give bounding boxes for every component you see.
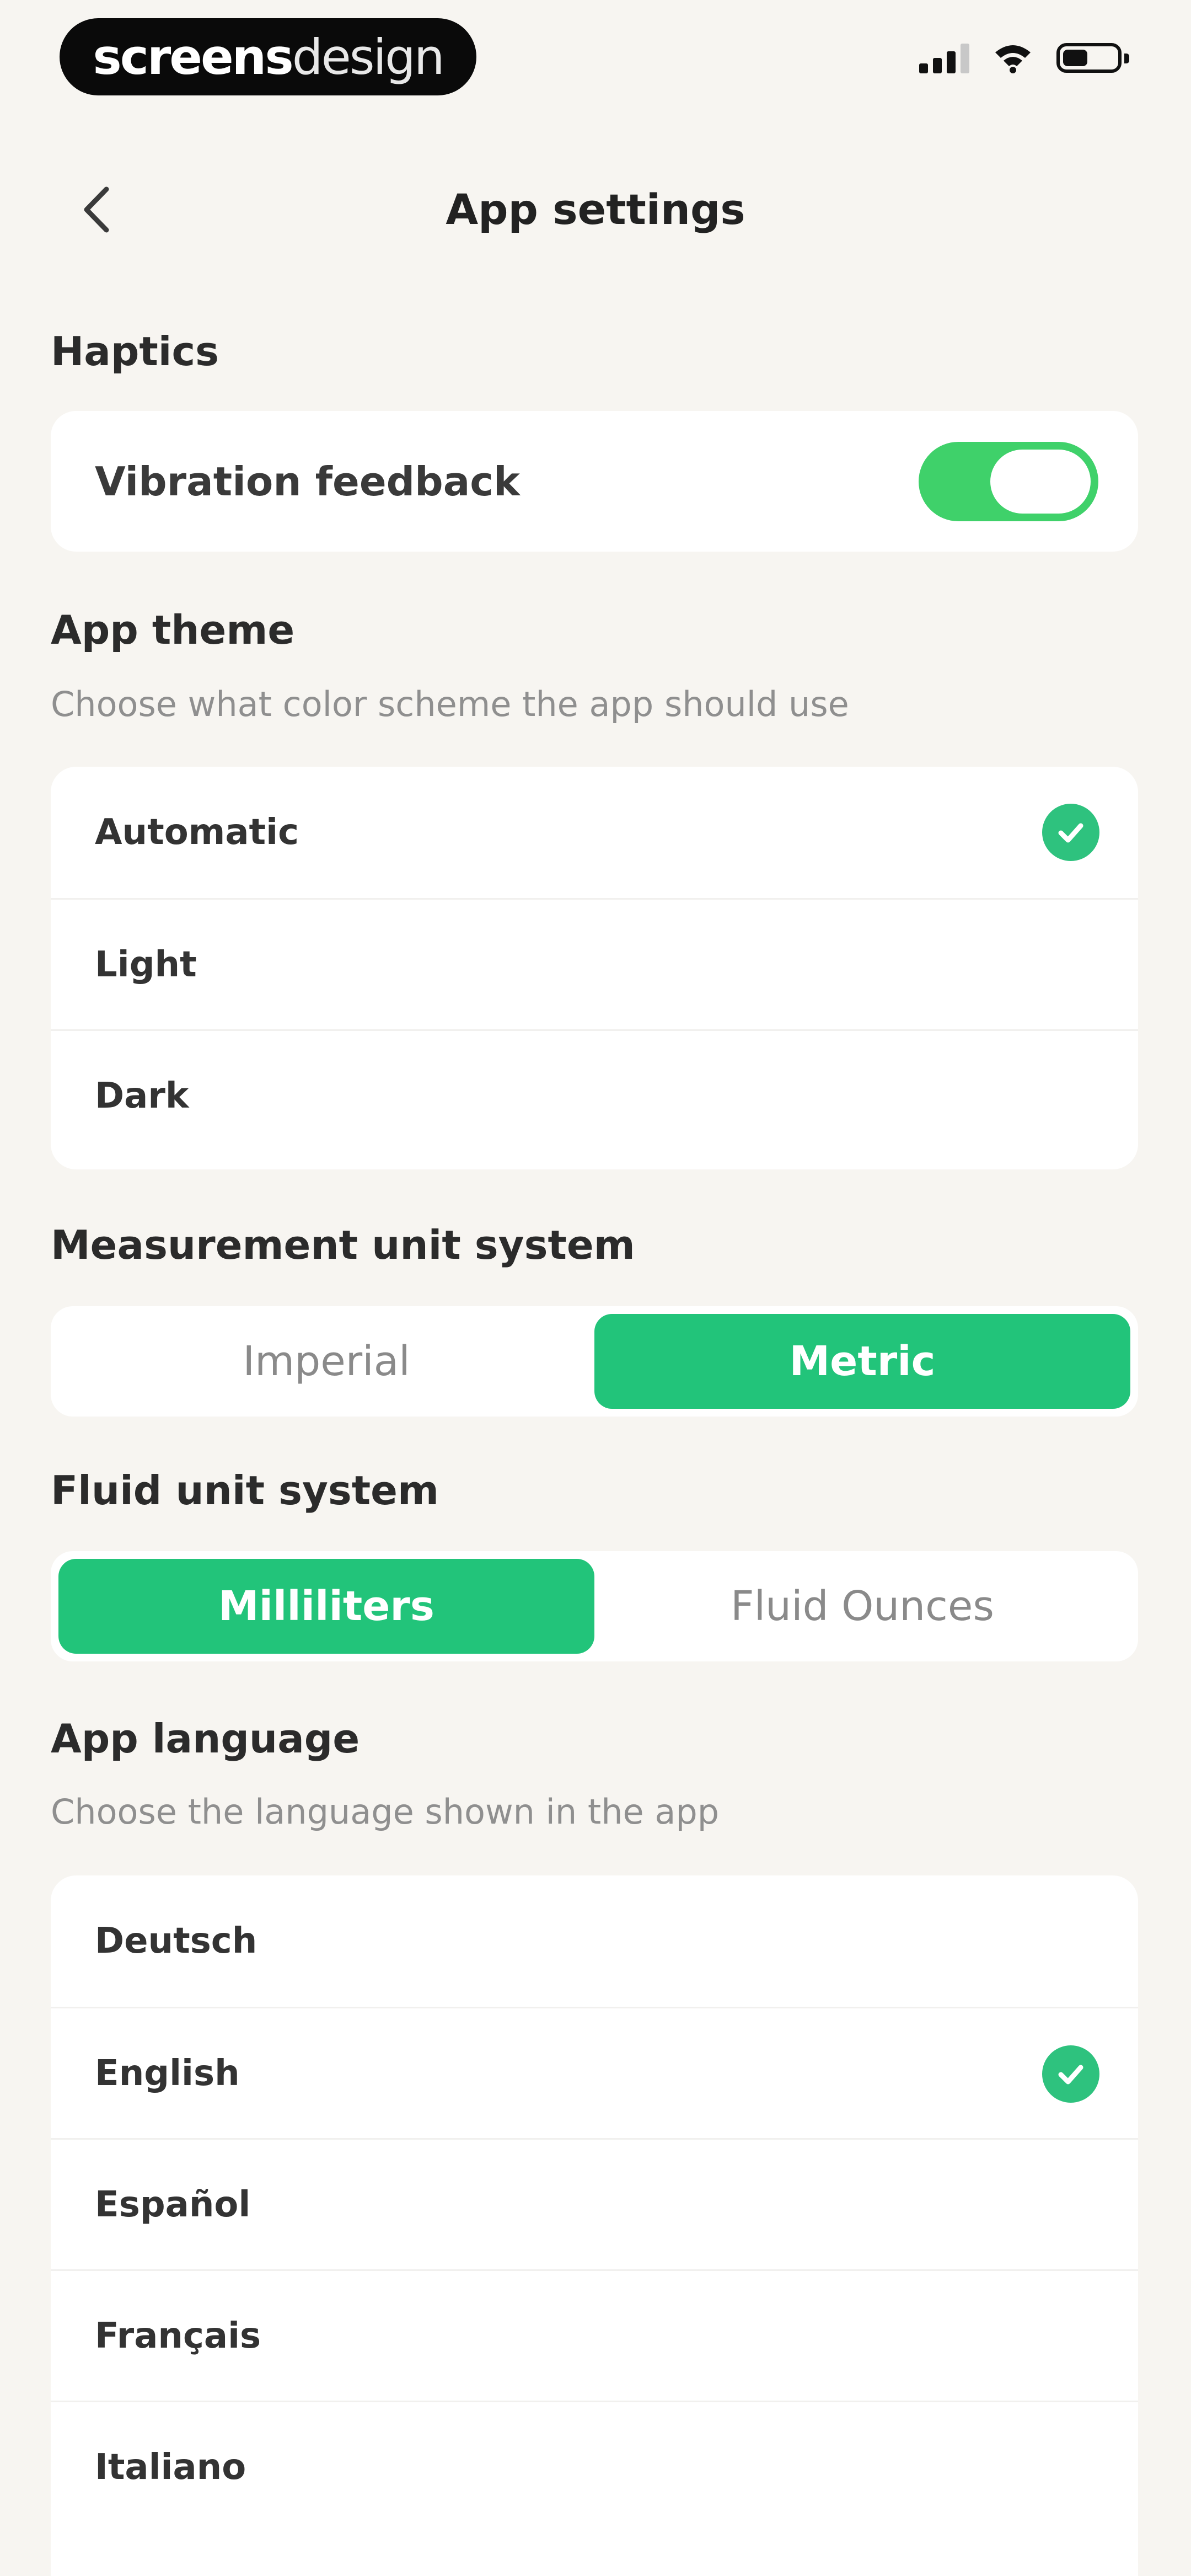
language-option-label: Italiano xyxy=(95,2446,246,2488)
language-option-deutsch[interactable]: Deutsch xyxy=(51,1875,1138,2007)
brand-light: design xyxy=(292,28,445,85)
theme-option-label: Light xyxy=(95,944,197,985)
language-option-francais[interactable]: Français xyxy=(51,2269,1138,2401)
status-icons xyxy=(919,39,1129,77)
fluid-section-title: Fluid unit system xyxy=(51,1467,439,1514)
vibration-feedback-toggle[interactable] xyxy=(919,442,1098,521)
fluid-unit-segmented-control: Milliliters Fluid Ounces xyxy=(51,1551,1138,1661)
toggle-knob xyxy=(990,450,1091,514)
language-option-label: English xyxy=(95,2053,240,2094)
app-theme-subtitle: Choose what color scheme the app should … xyxy=(51,684,849,724)
fluid-option-fluid-ounces[interactable]: Fluid Ounces xyxy=(594,1559,1130,1654)
haptics-card: Vibration feedback xyxy=(51,411,1138,552)
check-icon xyxy=(1042,2045,1099,2103)
theme-option-light[interactable]: Light xyxy=(51,898,1138,1029)
language-option-espanol[interactable]: Español xyxy=(51,2138,1138,2269)
measurement-option-imperial[interactable]: Imperial xyxy=(58,1314,594,1409)
haptics-section-title: Haptics xyxy=(51,328,219,375)
language-option-english[interactable]: English xyxy=(51,2007,1138,2138)
language-options-card: Deutsch English Español Français Italian… xyxy=(51,1875,1138,2576)
wifi-icon xyxy=(995,45,1031,73)
brand-bold: screens xyxy=(93,28,293,85)
page-title: App settings xyxy=(446,185,745,234)
brand-logo: screens design xyxy=(60,18,476,95)
theme-option-label: Dark xyxy=(95,1075,189,1116)
measurement-section-title: Measurement unit system xyxy=(51,1222,635,1268)
measurement-option-metric[interactable]: Metric xyxy=(594,1314,1130,1409)
app-language-section-title: App language xyxy=(51,1715,360,1762)
vibration-feedback-label: Vibration feedback xyxy=(95,458,520,505)
language-option-label: Deutsch xyxy=(95,1921,257,1962)
theme-option-dark[interactable]: Dark xyxy=(51,1029,1138,1161)
app-settings-screen: screens design App settings Haptics Vibr… xyxy=(0,0,1191,2576)
measurement-unit-segmented-control: Imperial Metric xyxy=(51,1306,1138,1417)
check-icon xyxy=(1042,804,1099,861)
theme-option-label: Automatic xyxy=(95,812,299,853)
language-option-label: Français xyxy=(95,2315,261,2356)
theme-options-card: Automatic Light Dark xyxy=(51,767,1138,1169)
app-theme-section-title: App theme xyxy=(51,607,295,653)
battery-icon xyxy=(1056,43,1129,73)
status-bar: screens design xyxy=(60,17,1129,97)
language-option-label: Español xyxy=(95,2184,251,2225)
language-option-italiano[interactable]: Italiano xyxy=(51,2401,1138,2532)
theme-option-automatic[interactable]: Automatic xyxy=(51,767,1138,898)
app-language-subtitle: Choose the language shown in the app xyxy=(51,1792,720,1832)
cellular-signal-icon xyxy=(919,42,969,73)
fluid-option-milliliters[interactable]: Milliliters xyxy=(58,1559,594,1654)
